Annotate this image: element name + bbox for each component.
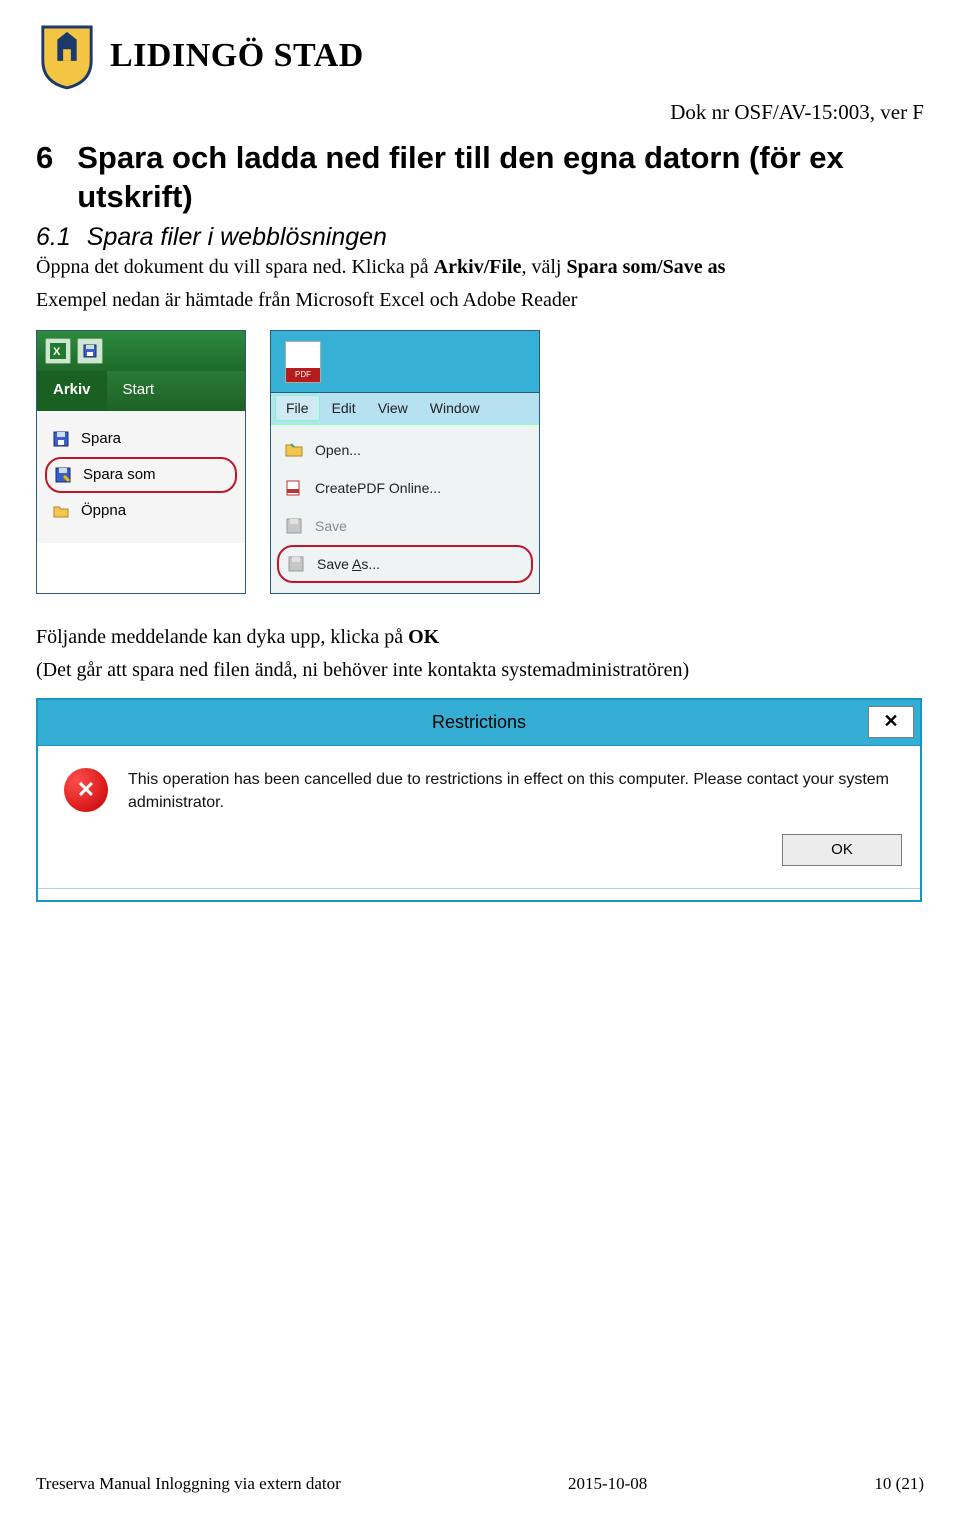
create-pdf-icon [283,477,305,499]
reader-menubar: File Edit View Window [271,393,539,425]
paragraph-1: Öppna det dokument du vill spara ned. Kl… [36,254,924,281]
reader-menu-open[interactable]: Open... [277,431,533,469]
folder-open-icon [283,439,305,461]
save-icon [77,338,103,364]
reader-file-dropdown: Open... CreatePDF Online... Save [271,425,539,593]
folder-open-icon [51,501,71,521]
dialog-footer-strip [38,888,920,900]
dialog-message: This operation has been cancelled due to… [128,768,894,814]
reader-save-as-label: Save As... [317,556,380,572]
excel-menu-oppna[interactable]: Öppna [45,493,237,529]
dialog-titlebar: Restrictions ✕ [38,700,920,746]
reader-menu-file[interactable]: File [275,395,320,421]
save-icon [283,515,305,537]
reader-titlebar: PDF [271,331,539,393]
paragraph-3-line2: (Det går att spara ned filen ändå, ni be… [36,657,924,684]
excel-app-icon: X [45,338,71,364]
svg-text:X: X [53,346,61,358]
reader-menu-edit[interactable]: Edit [322,396,366,420]
document-reference: Dok nr OSF/AV-15:003, ver F [36,100,924,125]
section-heading: 6 Spara och ladda ned filer till den egn… [36,139,924,217]
excel-screenshot: X Arkiv Start Spara [36,330,246,594]
footer-center: 2015-10-08 [568,1474,647,1494]
subsection-title: Spara filer i webblösningen [87,223,387,252]
subsection-number: 6.1 [36,223,71,252]
excel-menu-spara-som[interactable]: Spara som [45,457,237,493]
subsection-heading: 6.1 Spara filer i webblösningen [36,223,924,252]
pdf-file-icon: PDF [285,341,321,383]
reader-menu-view[interactable]: View [368,396,418,420]
screenshot-row: X Arkiv Start Spara [36,330,924,594]
excel-tab-arkiv[interactable]: Arkiv [37,371,107,411]
dialog-close-button[interactable]: ✕ [868,706,914,738]
section-number: 6 [36,139,53,217]
excel-ribbon-tabs: Arkiv Start [37,371,245,411]
save-as-icon [285,553,307,575]
reader-menu-save-as[interactable]: Save As... [277,545,533,583]
adobe-reader-screenshot: PDF File Edit View Window Open... [270,330,540,594]
excel-menu-spara[interactable]: Spara [45,421,237,457]
dialog-title-text: Restrictions [432,712,526,733]
dialog-body: ✕ This operation has been cancelled due … [38,746,920,828]
save-as-icon [53,465,73,485]
footer-left: Treserva Manual Inloggning via extern da… [36,1474,341,1494]
brand-name: LIDINGÖ STAD [110,37,364,75]
page-header: LIDINGÖ STAD [36,20,924,92]
reader-menu-window[interactable]: Window [420,396,490,420]
city-crest-logo [36,20,98,92]
paragraph-2: Exempel nedan är hämtade från Microsoft … [36,287,924,314]
reader-menu-save: Save [277,507,533,545]
paragraph-3-line1: Följande meddelande kan dyka upp, klicka… [36,624,924,651]
page-footer: Treserva Manual Inloggning via extern da… [36,1474,924,1494]
save-icon [51,429,71,449]
reader-menu-createpdf[interactable]: CreatePDF Online... [277,469,533,507]
dialog-ok-button[interactable]: OK [782,834,902,866]
excel-tab-start[interactable]: Start [107,371,171,411]
footer-right: 10 (21) [874,1474,924,1494]
excel-file-menu: Spara Spara som Öppna [37,411,245,543]
dialog-button-row: OK [38,828,920,888]
restrictions-dialog: Restrictions ✕ ✕ This operation has been… [36,698,922,902]
excel-quick-access-toolbar: X [37,331,245,371]
error-icon: ✕ [64,768,108,812]
close-icon: ✕ [883,711,898,732]
section-title: Spara och ladda ned filer till den egna … [77,139,924,217]
